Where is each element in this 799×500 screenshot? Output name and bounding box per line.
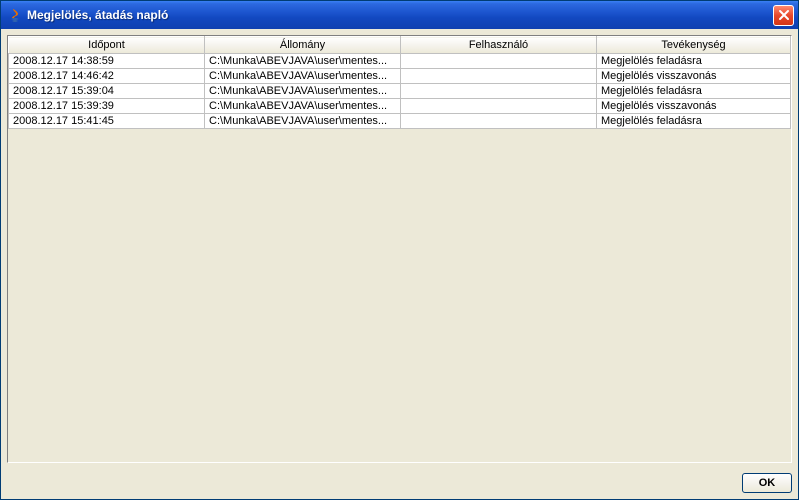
footer: OK bbox=[1, 469, 798, 499]
table-row[interactable]: 2008.12.17 14:38:59 C:\Munka\ABEVJAVA\us… bbox=[9, 54, 791, 69]
cell-activity: Megjelölés feladásra bbox=[597, 84, 791, 99]
cell-time: 2008.12.17 14:46:42 bbox=[9, 69, 205, 84]
cell-activity: Megjelölés feladásra bbox=[597, 114, 791, 129]
cell-user bbox=[401, 99, 597, 114]
column-header-activity[interactable]: Tevékenység bbox=[597, 37, 791, 54]
cell-file: C:\Munka\ABEVJAVA\user\mentes... bbox=[205, 69, 401, 84]
cell-file: C:\Munka\ABEVJAVA\user\mentes... bbox=[205, 54, 401, 69]
table-row[interactable]: 2008.12.17 15:39:39 C:\Munka\ABEVJAVA\us… bbox=[9, 99, 791, 114]
cell-activity: Megjelölés feladásra bbox=[597, 54, 791, 69]
window: Megjelölés, átadás napló Időpont Állomán… bbox=[0, 0, 799, 500]
close-icon bbox=[778, 9, 790, 21]
cell-time: 2008.12.17 15:39:04 bbox=[9, 84, 205, 99]
table-row[interactable]: 2008.12.17 15:41:45 C:\Munka\ABEVJAVA\us… bbox=[9, 114, 791, 129]
cell-time: 2008.12.17 14:38:59 bbox=[9, 54, 205, 69]
table-container: Időpont Állomány Felhasználó Tevékenység… bbox=[7, 35, 792, 463]
log-table: Időpont Állomány Felhasználó Tevékenység… bbox=[8, 36, 791, 129]
column-header-file[interactable]: Állomány bbox=[205, 37, 401, 54]
cell-file: C:\Munka\ABEVJAVA\user\mentes... bbox=[205, 84, 401, 99]
cell-user bbox=[401, 54, 597, 69]
ok-button[interactable]: OK bbox=[742, 473, 792, 493]
cell-file: C:\Munka\ABEVJAVA\user\mentes... bbox=[205, 114, 401, 129]
java-icon bbox=[7, 7, 23, 23]
window-title: Megjelölés, átadás napló bbox=[27, 8, 769, 22]
titlebar[interactable]: Megjelölés, átadás napló bbox=[1, 1, 798, 29]
cell-time: 2008.12.17 15:41:45 bbox=[9, 114, 205, 129]
cell-file: C:\Munka\ABEVJAVA\user\mentes... bbox=[205, 99, 401, 114]
cell-user bbox=[401, 84, 597, 99]
cell-time: 2008.12.17 15:39:39 bbox=[9, 99, 205, 114]
table-header-row: Időpont Állomány Felhasználó Tevékenység bbox=[9, 37, 791, 54]
cell-user bbox=[401, 114, 597, 129]
table-row[interactable]: 2008.12.17 15:39:04 C:\Munka\ABEVJAVA\us… bbox=[9, 84, 791, 99]
column-header-user[interactable]: Felhasználó bbox=[401, 37, 597, 54]
content-area: Időpont Állomány Felhasználó Tevékenység… bbox=[1, 29, 798, 469]
close-button[interactable] bbox=[773, 5, 794, 26]
cell-user bbox=[401, 69, 597, 84]
cell-activity: Megjelölés visszavonás bbox=[597, 99, 791, 114]
column-header-time[interactable]: Időpont bbox=[9, 37, 205, 54]
table-row[interactable]: 2008.12.17 14:46:42 C:\Munka\ABEVJAVA\us… bbox=[9, 69, 791, 84]
cell-activity: Megjelölés visszavonás bbox=[597, 69, 791, 84]
